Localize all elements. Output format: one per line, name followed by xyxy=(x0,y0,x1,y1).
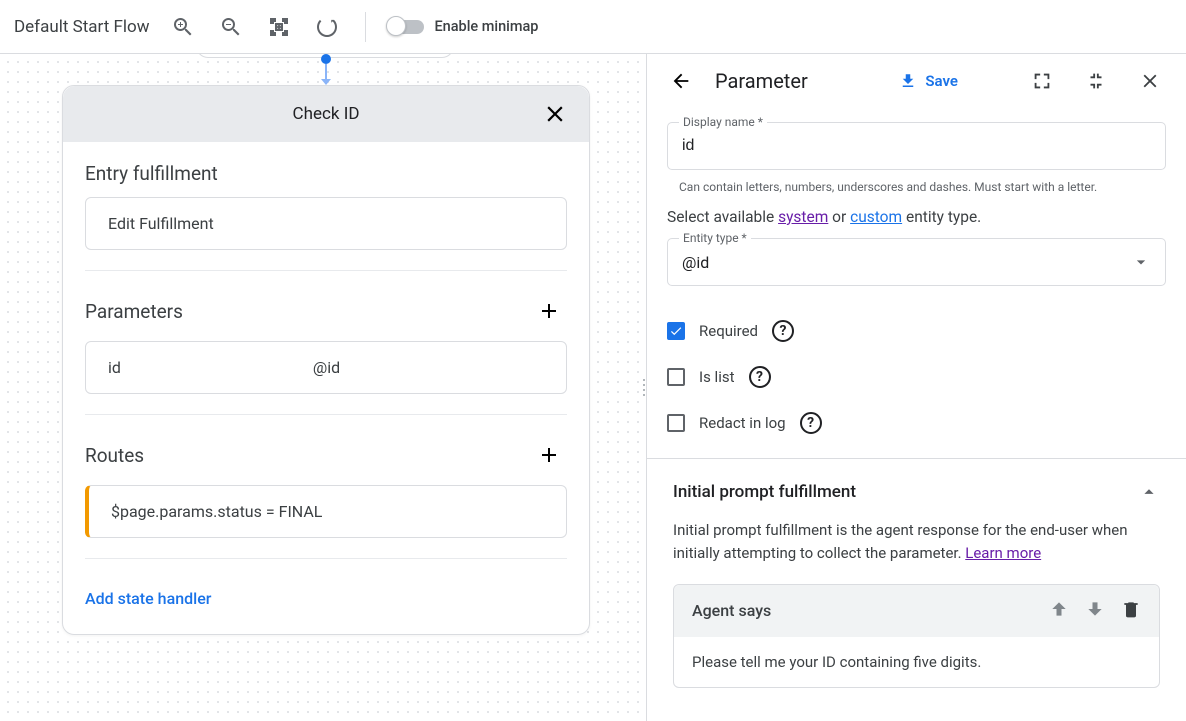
display-name-field-group: Display name * xyxy=(667,122,1166,170)
toolbar: Default Start Flow Enable minimap xyxy=(0,0,1186,54)
node-title: Check ID xyxy=(293,104,360,124)
parameter-panel: Parameter Save Display name * Can contai… xyxy=(646,54,1186,721)
close-icon[interactable] xyxy=(533,92,577,136)
move-down-icon[interactable] xyxy=(1085,599,1105,623)
connector xyxy=(325,54,327,85)
exit-fullscreen-icon[interactable] xyxy=(1076,61,1116,101)
panel-header: Parameter Save xyxy=(647,54,1186,108)
redact-label: Redact in log xyxy=(699,414,786,432)
display-name-input[interactable] xyxy=(667,122,1166,170)
save-button[interactable]: Save xyxy=(887,64,970,98)
entity-type-field-group: Entity type * @id xyxy=(667,238,1166,286)
fit-view-icon[interactable] xyxy=(259,7,299,47)
help-icon[interactable]: ? xyxy=(772,320,794,342)
is-list-checkbox[interactable] xyxy=(667,368,685,386)
chevron-down-icon xyxy=(1131,252,1151,272)
system-link[interactable]: system xyxy=(778,208,828,226)
required-label: Required xyxy=(699,322,758,340)
resize-handle[interactable] xyxy=(641,368,647,408)
node-header: Check ID xyxy=(63,86,589,142)
parameter-row[interactable]: id @id xyxy=(85,341,567,394)
fullscreen-icon[interactable] xyxy=(1022,61,1062,101)
entity-type-select[interactable]: @id xyxy=(667,238,1166,286)
parameters-title: Parameters xyxy=(85,300,183,323)
is-list-row: Is list ? xyxy=(667,366,1166,388)
help-icon[interactable]: ? xyxy=(749,366,771,388)
save-label: Save xyxy=(925,72,958,90)
required-row: Required ? xyxy=(667,320,1166,342)
zoom-out-icon[interactable] xyxy=(211,7,251,47)
param-name: id xyxy=(108,358,313,377)
toolbar-divider xyxy=(365,12,366,42)
agent-says-label: Agent says xyxy=(692,601,771,620)
agent-response-text[interactable]: Please tell me your ID containing five d… xyxy=(674,637,1159,687)
reset-layout-icon[interactable] xyxy=(307,7,347,47)
delete-icon[interactable] xyxy=(1121,599,1141,623)
close-panel-icon[interactable] xyxy=(1130,61,1170,101)
display-name-label: Display name * xyxy=(679,115,767,129)
custom-link[interactable]: custom xyxy=(850,208,902,226)
zoom-in-icon[interactable] xyxy=(163,7,203,47)
routes-title: Routes xyxy=(85,444,144,467)
edit-fulfillment-button[interactable]: Edit Fulfillment xyxy=(85,197,567,250)
back-icon[interactable] xyxy=(661,61,701,101)
is-list-label: Is list xyxy=(699,368,735,386)
chevron-up-icon[interactable] xyxy=(1138,481,1160,503)
redact-row: Redact in log ? xyxy=(667,412,1166,434)
learn-more-link[interactable]: Learn more xyxy=(965,544,1041,562)
minimap-toggle[interactable]: Enable minimap xyxy=(384,18,538,35)
route-row[interactable]: $page.params.status = FINAL xyxy=(85,485,567,538)
add-route-icon[interactable] xyxy=(531,437,567,473)
entry-fulfillment-title: Entry fulfillment xyxy=(85,162,218,185)
add-state-handler-button[interactable]: Add state handler xyxy=(85,581,567,626)
minimap-label: Enable minimap xyxy=(434,18,538,35)
accordion-title: Initial prompt fulfillment xyxy=(673,482,856,502)
entity-type-label: Entity type * xyxy=(679,231,751,245)
required-checkbox[interactable] xyxy=(667,322,685,340)
toggle-switch[interactable] xyxy=(388,20,424,34)
redact-checkbox[interactable] xyxy=(667,414,685,432)
flow-title: Default Start Flow xyxy=(14,17,149,37)
entity-type-prompt: Select available system or custom entity… xyxy=(667,208,1166,226)
panel-title: Parameter xyxy=(715,69,873,93)
entity-type-value: @id xyxy=(682,253,709,272)
add-parameter-icon[interactable] xyxy=(531,293,567,329)
agent-says-card: Agent says Please tell me your ID contai… xyxy=(673,584,1160,688)
accordion-description: Initial prompt fulfillment is the agent … xyxy=(673,519,1160,566)
initial-prompt-accordion: Initial prompt fulfillment Initial promp… xyxy=(647,458,1186,688)
display-name-hint: Can contain letters, numbers, underscore… xyxy=(667,176,1166,208)
help-icon[interactable]: ? xyxy=(800,412,822,434)
node-card: Check ID Entry fulfillment Edit Fulfillm… xyxy=(62,85,590,635)
param-type: @id xyxy=(313,358,340,377)
move-up-icon[interactable] xyxy=(1049,599,1069,623)
